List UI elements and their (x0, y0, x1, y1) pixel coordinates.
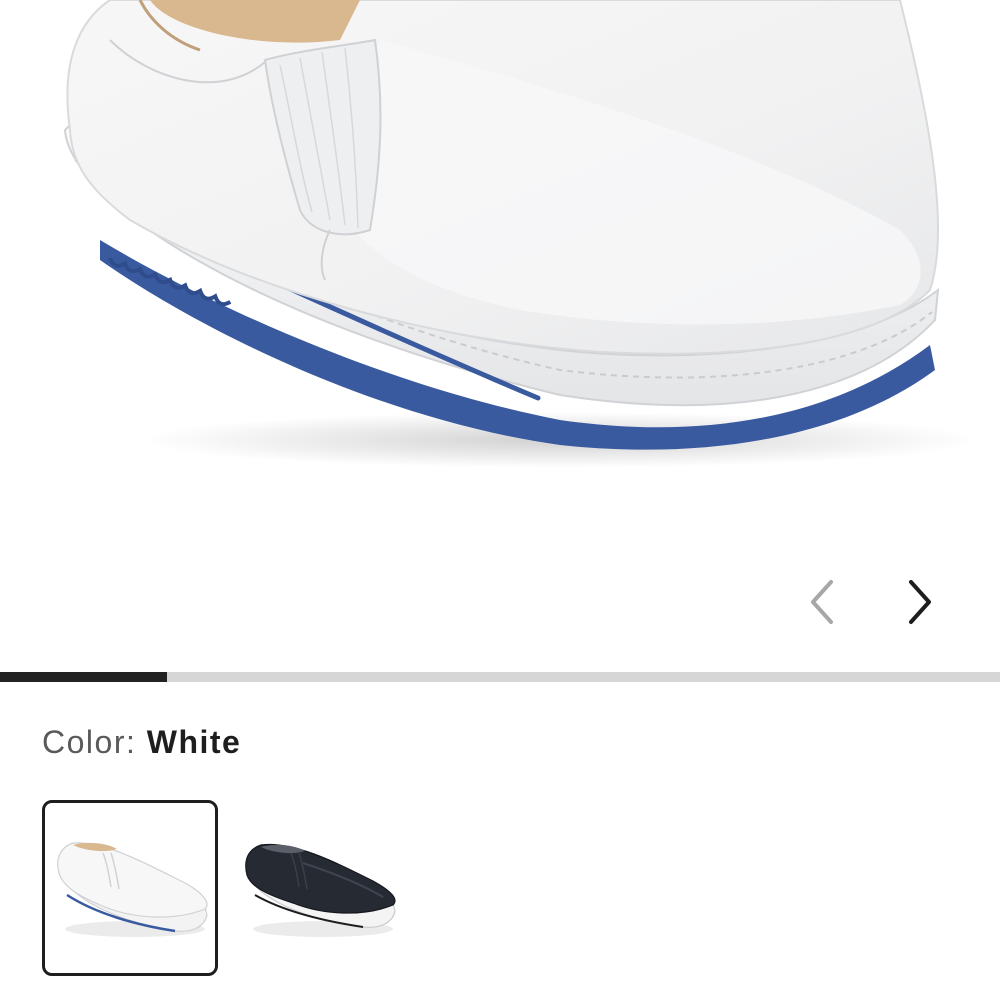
color-swatch-white[interactable] (42, 800, 218, 976)
black-shoe-thumbnail (245, 843, 396, 937)
product-image[interactable] (0, 0, 1000, 660)
product-page: Color: White (0, 0, 1000, 1000)
color-label: Color: White (42, 724, 241, 761)
carousel-next-button[interactable] (890, 572, 950, 632)
chevron-right-icon (909, 580, 931, 624)
chevron-left-icon (811, 580, 833, 624)
white-shoe-thumbnail (57, 842, 208, 937)
carousel-progress-fill (0, 672, 167, 682)
carousel-progress-track (0, 672, 1000, 682)
color-swatch-black[interactable] (230, 800, 406, 976)
selected-color-value: White (146, 724, 242, 760)
color-label-text: Color: (42, 724, 137, 760)
carousel-prev-button[interactable] (792, 572, 852, 632)
white-slip-on-shoe-image (63, 0, 980, 468)
